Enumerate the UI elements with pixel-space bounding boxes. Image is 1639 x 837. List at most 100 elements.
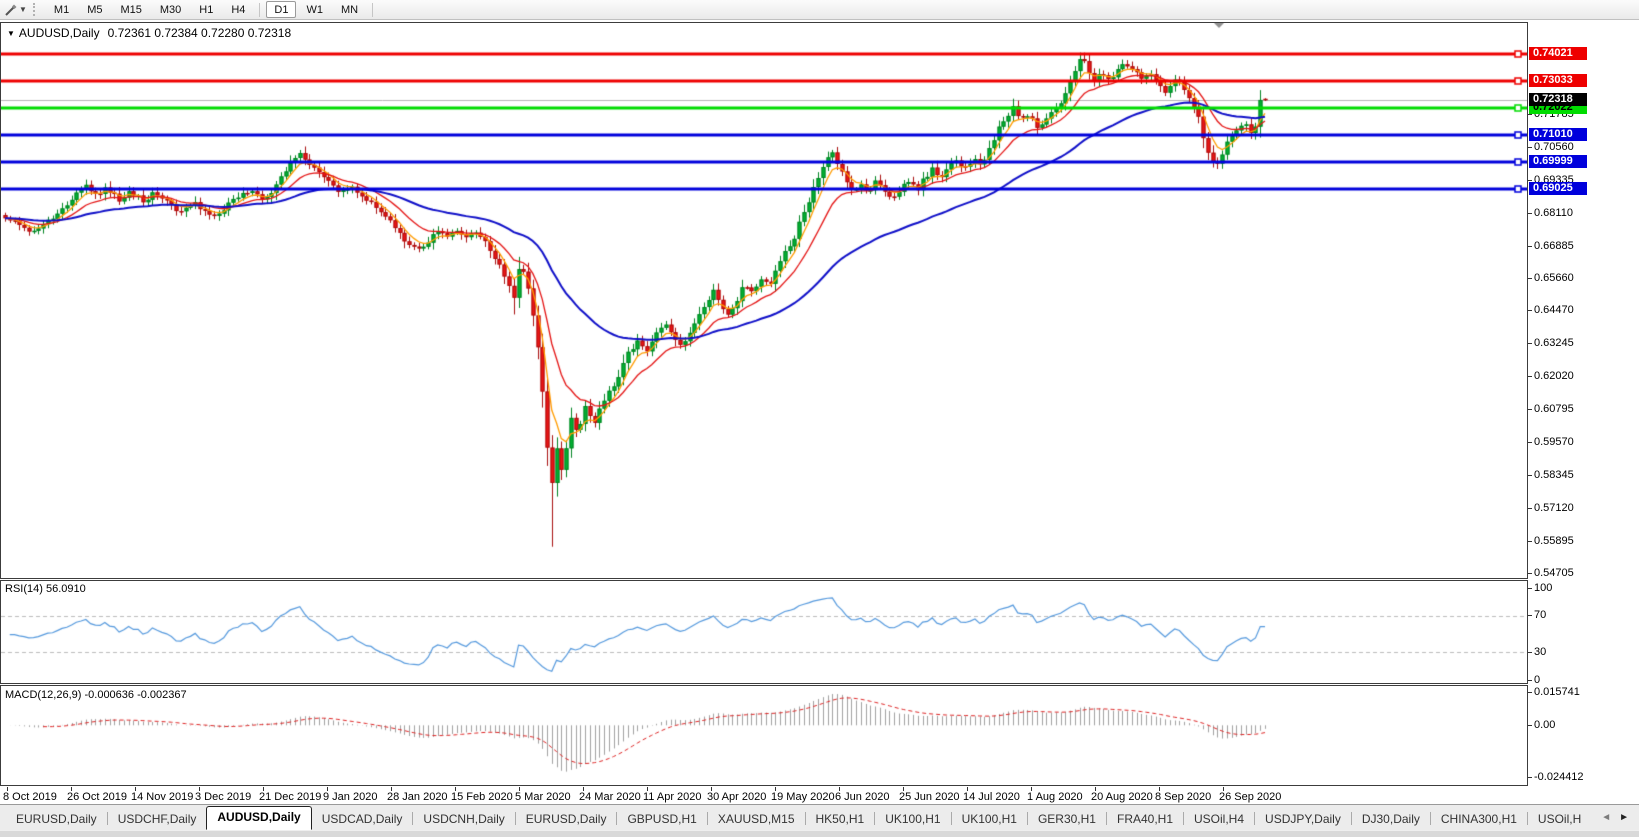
rsi-tick-dash bbox=[1528, 679, 1532, 681]
tab-usoil-h-17[interactable]: USOil,H bbox=[1528, 810, 1591, 829]
price-tick-label: 0.55895 bbox=[1534, 534, 1574, 547]
date-tick-label: 14 Nov 2019 bbox=[131, 791, 194, 803]
rsi-tick-dash bbox=[1528, 651, 1532, 653]
timeframe-button-w1[interactable]: W1 bbox=[298, 1, 331, 18]
price-tick-label: 0.59570 bbox=[1534, 436, 1574, 449]
hline-price-box[interactable]: 0.71010 bbox=[1529, 128, 1587, 142]
date-tick-label: 24 Mar 2020 bbox=[579, 791, 641, 803]
date-tick-mark bbox=[71, 787, 72, 791]
tab-eurusd-daily-0[interactable]: EURUSD,Daily bbox=[6, 810, 107, 829]
hline-price-box[interactable]: 0.69999 bbox=[1529, 155, 1587, 169]
date-tick-label: 3 Dec 2019 bbox=[195, 791, 252, 803]
dropdown-caret-icon[interactable]: ▼ bbox=[19, 5, 27, 14]
chart-tab-bar: EURUSD,Daily USDCHF,Daily AUDUSD,Daily USDC… bbox=[0, 804, 1639, 830]
price-tick-label: 0.62020 bbox=[1534, 370, 1574, 383]
tab-scroll-left-icon[interactable]: ◄ bbox=[1597, 812, 1615, 823]
price-tick-dash bbox=[1528, 146, 1532, 148]
price-tick-dash bbox=[1528, 475, 1532, 477]
date-tick-label: 9 Jan 2020 bbox=[323, 791, 378, 803]
tab-dj30-daily-15[interactable]: DJ30,Daily bbox=[1352, 810, 1430, 829]
tab-eurusd-daily-5[interactable]: EURUSD,Daily bbox=[516, 810, 617, 829]
date-tick-mark bbox=[967, 787, 968, 791]
date-tick-mark bbox=[1159, 787, 1160, 791]
hline-price-box[interactable]: 0.72022 bbox=[1529, 100, 1587, 114]
tab-fra40-h1-12[interactable]: FRA40,H1 bbox=[1107, 810, 1183, 829]
rsi-tick-label: 30 bbox=[1534, 645, 1547, 658]
date-tick-mark bbox=[839, 787, 840, 791]
tab-usdcnh-daily-4[interactable]: USDCNH,Daily bbox=[413, 810, 514, 829]
timeframe-button-m15[interactable]: M15 bbox=[112, 1, 149, 18]
date-tick-label: 8 Sep 2020 bbox=[1155, 791, 1212, 803]
timeframe-button-m5[interactable]: M5 bbox=[79, 1, 110, 18]
date-tick-mark bbox=[775, 787, 776, 791]
tab-scroll-arrows: ◄ ► bbox=[1597, 805, 1639, 830]
date-tick-mark bbox=[7, 787, 8, 791]
date-tick-mark bbox=[263, 787, 264, 791]
timeframe-button-m1[interactable]: M1 bbox=[46, 1, 77, 18]
rsi-chart-canvas[interactable] bbox=[1, 581, 1527, 683]
tab-usdchf-daily-1[interactable]: USDCHF,Daily bbox=[108, 810, 207, 829]
macd-tick-dash bbox=[1528, 776, 1532, 778]
hline-price-box[interactable]: 0.69025 bbox=[1529, 181, 1587, 195]
timeframe-button-h4[interactable]: H4 bbox=[223, 1, 253, 18]
tab-xauusd-m15-7[interactable]: XAUUSD,M15 bbox=[708, 810, 805, 829]
candlestick-chart-canvas[interactable] bbox=[1, 23, 1527, 578]
date-tick-label: 30 Apr 2020 bbox=[707, 791, 767, 803]
collapse-triangle-icon[interactable]: ▼ bbox=[7, 29, 15, 38]
price-tick-label: 0.68110 bbox=[1534, 206, 1573, 219]
date-tick-label: 1 Aug 2020 bbox=[1027, 791, 1083, 803]
date-tick-label: 6 Jun 2020 bbox=[835, 791, 890, 803]
price-tick-dash bbox=[1528, 376, 1532, 378]
tab-hk50-h1-8[interactable]: HK50,H1 bbox=[806, 810, 875, 829]
date-tick-mark bbox=[327, 787, 328, 791]
hline-price-box[interactable]: 0.73033 bbox=[1529, 73, 1587, 87]
date-tick-label: 28 Jan 2020 bbox=[387, 791, 448, 803]
tab-ger30-h1-11[interactable]: GER30,H1 bbox=[1028, 810, 1106, 829]
pencil-icon bbox=[5, 4, 17, 16]
price-tick-label: 0.58345 bbox=[1534, 469, 1574, 482]
timeframe-button-d1[interactable]: D1 bbox=[266, 1, 297, 18]
price-tick-dash bbox=[1528, 310, 1532, 312]
timeframe-button-h1[interactable]: H1 bbox=[191, 1, 221, 18]
rsi-tick-label: 0 bbox=[1534, 673, 1541, 686]
line-draw-tool-icon[interactable]: ▼ bbox=[4, 3, 29, 17]
macd-tick-label: -0.024412 bbox=[1534, 770, 1584, 783]
tab-usdcad-daily-3[interactable]: USDCAD,Daily bbox=[312, 810, 413, 829]
timeframe-button-m30[interactable]: M30 bbox=[152, 1, 189, 18]
price-tick-label: 0.63245 bbox=[1534, 337, 1574, 350]
date-tick-mark bbox=[135, 787, 136, 791]
price-tick-dash bbox=[1528, 572, 1532, 574]
toolbar-separator bbox=[259, 2, 261, 17]
date-tick-label: 21 Dec 2019 bbox=[259, 791, 322, 803]
price-tick-dash bbox=[1528, 179, 1532, 181]
tab-uk100-h1-10[interactable]: UK100,H1 bbox=[952, 810, 1027, 829]
ohlc-quote-line: 0.72361 0.72384 0.72280 0.72318 bbox=[107, 26, 292, 40]
price-tick-label: 0.65660 bbox=[1534, 272, 1574, 285]
date-tick-label: 26 Oct 2019 bbox=[67, 791, 127, 803]
macd-signal-value: -0.002367 bbox=[137, 689, 187, 701]
timeframe-button-mn[interactable]: MN bbox=[333, 1, 366, 18]
price-tick-dash bbox=[1528, 508, 1532, 510]
price-tick-dash bbox=[1528, 113, 1532, 115]
macd-chart-canvas[interactable] bbox=[1, 686, 1527, 786]
rsi-name: RSI(14) bbox=[5, 583, 43, 595]
toolbar-grip[interactable] bbox=[32, 3, 39, 16]
tab-usdjpy-daily-14[interactable]: USDJPY,Daily bbox=[1255, 810, 1351, 829]
tab-uk100-h1-9[interactable]: UK100,H1 bbox=[875, 810, 950, 829]
tab-usoil-h4-13[interactable]: USOil,H4 bbox=[1184, 810, 1254, 829]
tab-china300-h1-16[interactable]: CHINA300,H1 bbox=[1431, 810, 1527, 829]
date-tick-mark bbox=[1095, 787, 1096, 791]
chart-symbol-label: AUDUSD,Daily bbox=[18, 26, 100, 40]
timeframe-button-group: M1 M5 M15 M30 H1 H4 D1 W1 MN bbox=[45, 1, 367, 18]
top-toolbar: ▼ M1 M5 M15 M30 H1 H4 D1 W1 MN bbox=[0, 0, 1639, 20]
macd-tick-dash bbox=[1528, 691, 1532, 693]
macd-tick-label: 0.015741 bbox=[1534, 685, 1580, 698]
tab-audusd-daily-2[interactable]: AUDUSD,Daily bbox=[206, 806, 312, 830]
price-tick-dash bbox=[1528, 212, 1532, 214]
tab-gbpusd-h1-6[interactable]: GBPUSD,H1 bbox=[617, 810, 706, 829]
date-tick-mark bbox=[1223, 787, 1224, 791]
tab-scroll-right-icon[interactable]: ► bbox=[1615, 812, 1633, 823]
hline-price-box[interactable]: 0.74021 bbox=[1529, 47, 1587, 61]
macd-indicator-label: MACD(12,26,9) -0.000636 -0.002367 bbox=[5, 689, 187, 701]
rsi-tick-label: 70 bbox=[1534, 609, 1547, 622]
